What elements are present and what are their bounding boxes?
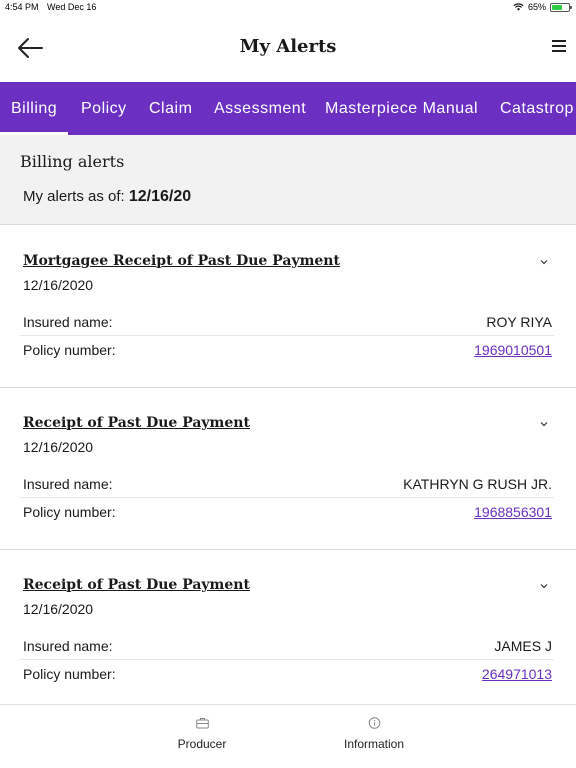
insured-row: Insured name: ROY RIYA [20, 308, 554, 336]
nav-information-label: Information [343, 737, 405, 751]
policy-row: Policy number: 264971013 [20, 660, 554, 688]
insured-label: Insured name: [23, 476, 113, 492]
alerts-as-of-date: 12/16/20 [128, 188, 192, 205]
alert-card: Receipt of Past Due Payment 12/16/2020 I… [0, 388, 576, 550]
page-title: My Alerts [239, 36, 337, 57]
nav-producer[interactable]: Producer [142, 705, 262, 768]
bottom-nav: Producer Information [0, 704, 576, 768]
insured-name: ROY RIYA [486, 314, 552, 330]
tab-catastrophe[interactable]: Catastrop [500, 82, 574, 135]
alerts-as-of-label: My alerts as of: [23, 188, 125, 205]
policy-row: Policy number: 1968856301 [20, 498, 554, 526]
section-heading: Billing alerts [20, 152, 125, 171]
alert-date: 12/16/2020 [23, 601, 94, 617]
status-date: Wed Dec 16 [47, 2, 97, 12]
battery-fill [552, 4, 562, 10]
tab-assessment[interactable]: Assessment [214, 82, 306, 135]
policy-number-link[interactable]: 264971013 [482, 666, 552, 682]
policy-label: Policy number: [23, 504, 116, 520]
nav-producer-label: Producer [177, 737, 227, 751]
alert-card: Receipt of Past Due Payment 12/16/2020 I… [0, 550, 576, 712]
briefcase-icon [196, 718, 209, 729]
insured-row: Insured name: JAMES J [20, 632, 554, 660]
alert-date: 12/16/2020 [23, 439, 94, 455]
status-time: 4:54 PM [5, 2, 39, 12]
tab-billing[interactable]: Billing [0, 82, 69, 135]
chevron-down-icon[interactable] [540, 582, 548, 590]
policy-label: Policy number: [23, 666, 116, 682]
hamburger-menu-icon[interactable] [552, 40, 566, 54]
policy-label: Policy number: [23, 342, 116, 358]
billing-alerts-header: Billing alerts My alerts as of: 12/16/20 [0, 135, 576, 225]
tab-policy[interactable]: Policy [81, 82, 127, 135]
nav-information[interactable]: Information [314, 705, 434, 768]
battery-percent: 65% [527, 2, 546, 12]
info-icon [368, 717, 381, 729]
tab-claim[interactable]: Claim [149, 82, 192, 135]
wifi-icon [513, 3, 524, 11]
tab-masterpiece-manual[interactable]: Masterpiece Manual [325, 82, 478, 135]
policy-number-link[interactable]: 1969010501 [474, 342, 552, 358]
alert-title[interactable]: Mortgagee Receipt of Past Due Payment [23, 253, 340, 269]
insured-label: Insured name: [23, 314, 113, 330]
status-right: 65% [513, 2, 572, 12]
category-tabs: Billing Policy Claim Assessment Masterpi… [0, 82, 576, 135]
battery-icon [550, 2, 572, 12]
alert-date: 12/16/2020 [23, 277, 94, 293]
insured-label: Insured name: [23, 638, 113, 654]
insured-name: KATHRYN G RUSH JR. [403, 476, 552, 492]
app-header: My Alerts [0, 16, 576, 82]
alert-title[interactable]: Receipt of Past Due Payment [23, 415, 250, 431]
alerts-as-of: My alerts as of: 12/16/20 [23, 188, 191, 206]
insured-row: Insured name: KATHRYN G RUSH JR. [20, 470, 554, 498]
chevron-down-icon[interactable] [540, 420, 548, 428]
policy-number-link[interactable]: 1968856301 [474, 504, 552, 520]
insured-name: JAMES J [494, 638, 552, 654]
alert-card: Mortgagee Receipt of Past Due Payment 12… [0, 226, 576, 388]
status-bar: 4:54 PM Wed Dec 16 65% [0, 0, 576, 16]
alert-title[interactable]: Receipt of Past Due Payment [23, 577, 250, 593]
chevron-down-icon[interactable] [540, 258, 548, 266]
policy-row: Policy number: 1969010501 [20, 336, 554, 364]
